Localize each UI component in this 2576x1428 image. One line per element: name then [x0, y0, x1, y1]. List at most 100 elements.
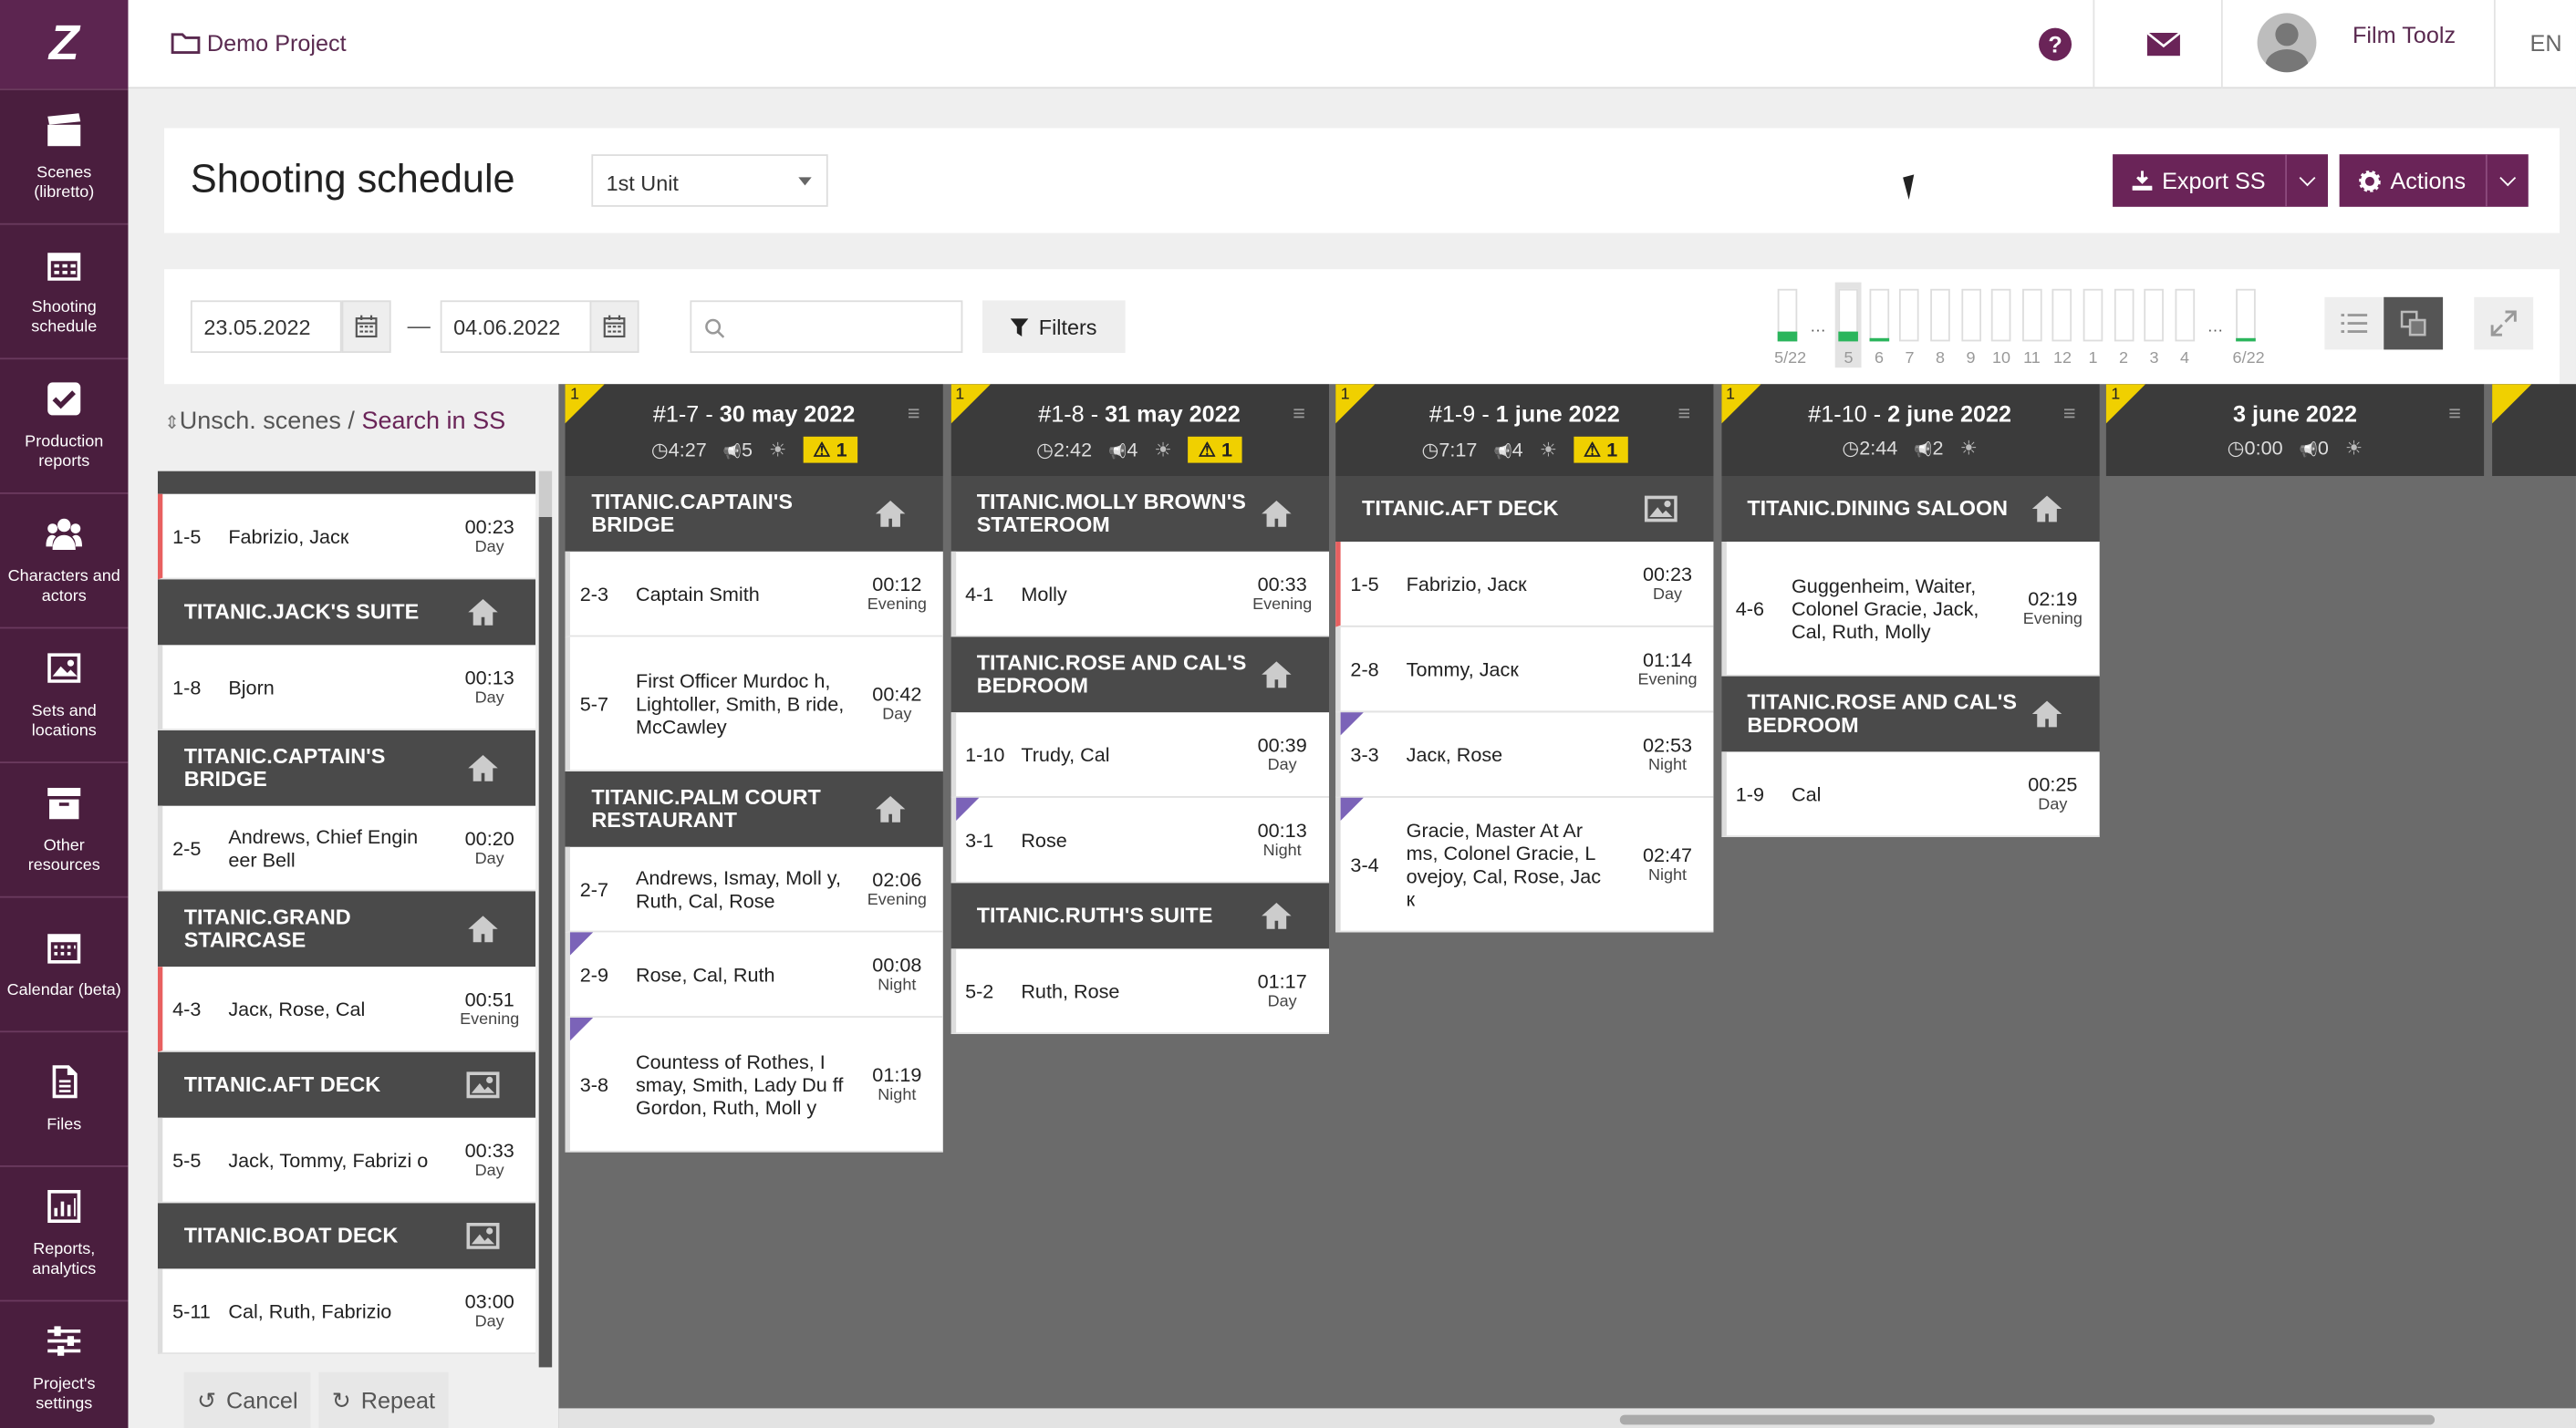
day-indicator[interactable]: 10 [1989, 283, 2015, 367]
day-indicator[interactable]: 8 [1927, 283, 1954, 367]
expand-button[interactable] [2474, 296, 2534, 350]
date-from-input[interactable]: 23.05.2022 [190, 300, 342, 353]
settings-icon[interactable]: ≡ [2448, 400, 2461, 425]
scene-card[interactable]: 4-6 Guggenheim, Waiter, Colonel Gracie, J… [1720, 542, 2099, 677]
set-header[interactable]: TITANIC.AFT DECK [1335, 476, 1714, 542]
date-to-input[interactable]: 04.06.2022 [440, 300, 592, 353]
day-indicator[interactable]: 9 [1958, 283, 1984, 367]
unit-select[interactable]: 1st Unit [591, 154, 828, 207]
sidebar-item-8[interactable]: Reports, analytics [0, 1165, 129, 1300]
settings-icon[interactable]: ≡ [1678, 400, 1691, 425]
day-indicator[interactable]: 11 [2019, 283, 2045, 367]
scrollbar-thumb[interactable] [538, 517, 553, 1368]
sidebar-item-9[interactable]: Project's settings [0, 1299, 129, 1428]
sidebar-item-5[interactable]: Other resources [0, 761, 129, 896]
sidebar-item-3[interactable]: Characters and actors [0, 492, 129, 627]
horizontal-scrollbar[interactable] [558, 1408, 2576, 1428]
set-header[interactable]: TITANIC.ROSE AND CAL'S BEDROOM [1720, 676, 2099, 752]
scene-card[interactable]: 3-4 Gracie, Master At Ar ms, Colonel Grac… [1335, 797, 1714, 933]
app-logo[interactable]: Z [0, 0, 129, 89]
warning-badge[interactable]: ⚠ 1 [1574, 436, 1628, 463]
set-header[interactable]: TITANIC.RUTH'S SUITE [950, 883, 1329, 949]
day-indicator[interactable]: 12 [2050, 283, 2076, 367]
day-header[interactable]: 1 #1-9 - 1 june 2022 ≡ ◷7:17 📢4 ☀ ⚠ 1 [1335, 384, 1714, 476]
set-header[interactable]: TITANIC.BOAT DECK [157, 1203, 536, 1269]
set-header[interactable]: TITANIC.CAPTAIN'S BRIDGE [565, 476, 943, 552]
actions-dropdown-button[interactable] [2485, 154, 2529, 207]
day-indicator[interactable]: 7 [1896, 283, 1923, 367]
set-header[interactable]: TITANIC.JACK'S SUITE [157, 579, 536, 646]
day-header[interactable]: 1 #1-7 - 30 may 2022 ≡ ◷4:27 📢5 ☀ ⚠ 1 [565, 384, 943, 476]
day-indicator[interactable]: 1 [2080, 283, 2106, 367]
set-header[interactable]: TITANIC.GRAND STAIRCASE [157, 891, 536, 968]
day-indicator[interactable]: 3 [2141, 283, 2167, 367]
scene-card[interactable]: 5-7 First Officer Murdoc h, Lightoller, S… [565, 636, 943, 771]
scene-card[interactable]: 3-1 Rose 00:13 Night [950, 797, 1329, 884]
sidebar-item-2[interactable]: Production reports [0, 357, 129, 492]
board-view-button[interactable] [2384, 296, 2444, 350]
scene-card[interactable]: 1-5 Fabrizio, Jacк 00:23 Day [1335, 542, 1714, 627]
export-dropdown-button[interactable] [2285, 154, 2328, 207]
warning-badge[interactable]: ⚠ 1 [1188, 436, 1242, 463]
cancel-button[interactable]: ↺ Cancel [183, 1371, 311, 1428]
actions-button[interactable]: Actions [2340, 154, 2486, 207]
project-link[interactable]: Demo Project [171, 29, 347, 56]
repeat-button[interactable]: ↻ Repeat [318, 1371, 449, 1428]
scene-card[interactable]: 5-11 Cal, Ruth, Fabrizio 03:00 Day [157, 1268, 536, 1354]
day-indicator[interactable]: 5 [1835, 282, 1862, 368]
day-header[interactable]: 1 #1-10 - 2 june 2022 ≡ ◷2:44 📢2 ☀ [1720, 384, 2099, 476]
unscheduled-title[interactable]: Unsch. scenes [180, 407, 341, 435]
scene-card[interactable]: 2-5 Andrews, Chief Engin eer Bell 00:20 Day [157, 805, 536, 892]
search-input[interactable] [690, 300, 963, 353]
set-header[interactable]: TITANIC.CAPTAIN'S BRIDGE [157, 730, 536, 806]
scene-card[interactable]: 1-5 Fabrizio, Jacк 00:23 Day [157, 493, 536, 580]
sidebar-item-6[interactable]: Calendar (beta) [0, 895, 129, 1031]
day-indicator[interactable]: … [1805, 283, 1832, 342]
settings-icon[interactable]: ≡ [2063, 400, 2076, 425]
scene-card[interactable]: 1-9 Cal 00:25 Day [1720, 751, 2099, 837]
list-view-button[interactable] [2324, 296, 2384, 350]
scene-card[interactable]: 2-3 Captain Smith 00:12 Evening [565, 551, 943, 637]
calendar-icon[interactable] [341, 300, 391, 353]
day-indicator[interactable]: 5/22 [1774, 283, 1806, 367]
scene-card[interactable]: 3-3 Jacк, Rose 02:53 Night [1335, 712, 1714, 798]
day-indicator[interactable]: 2 [2111, 283, 2137, 367]
set-header[interactable]: TITANIC.ROSE AND CAL'S BEDROOM [950, 636, 1329, 713]
scene-card[interactable]: 5-5 Jack, Tommy, Fabrizi o 00:33 Day [157, 1117, 536, 1204]
scene-card[interactable]: 4-1 Molly 00:33 Evening [950, 551, 1329, 637]
scene-card[interactable]: 2-9 Rose, Cal, Ruth 00:08 Night [565, 932, 943, 1018]
scene-card[interactable]: 1-8 Bjorn 00:13 Day [157, 645, 536, 730]
scene-card[interactable]: 5-2 Ruth, Rose 01:17 Day [950, 948, 1329, 1034]
day-indicator[interactable]: 6 [1866, 283, 1893, 367]
export-button[interactable]: Export SS [2113, 154, 2285, 207]
sidebar-item-4[interactable]: Sets and locations [0, 626, 129, 762]
scrollbar-thumb[interactable] [1619, 1414, 2436, 1425]
user-menu[interactable]: Film Toolz [2257, 13, 2456, 73]
search-in-ss-link[interactable]: Search in SS [361, 407, 505, 435]
mail-icon[interactable] [2145, 26, 2182, 63]
day-indicator[interactable]: … [2202, 283, 2228, 342]
scene-card[interactable]: 2-8 Tommy, Jacк 01:14 Evening [1335, 626, 1714, 713]
scene-card[interactable]: 1-10 Trudy, Cal 00:39 Day [950, 712, 1329, 798]
set-header[interactable]: TITANIC.MOLLY BROWN'S STATEROOM [950, 476, 1329, 552]
day-indicator[interactable]: 6/22 [2233, 283, 2265, 367]
sidebar-item-7[interactable]: Files [0, 1030, 129, 1165]
sort-icon[interactable]: ⇕ [164, 414, 180, 434]
scene-card[interactable]: 4-3 Jacк, Rose, Cal 00:51 Evening [157, 967, 536, 1052]
unscheduled-scenes-list[interactable]: 1-5 Fabrizio, Jacк 00:23 Day TITANIC.JACK'S … [157, 471, 536, 1368]
calendar-icon[interactable] [589, 300, 639, 353]
scene-card[interactable]: 2-7 Andrews, Ismay, Moll y, Ruth, Cal, Ro… [565, 846, 943, 933]
filters-button[interactable]: Filters [982, 300, 1126, 353]
set-header[interactable]: TITANIC.AFT DECK [157, 1051, 536, 1118]
set-header[interactable]: TITANIC.PALM COURT RESTAURANT [565, 771, 943, 847]
help-icon[interactable]: ? [2037, 26, 2073, 63]
day-header[interactable]: 1 #1-8 - 31 may 2022 ≡ ◷2:42 📢4 ☀ ⚠ 1 [950, 384, 1329, 476]
sidebar-item-1[interactable]: Shooting schedule [0, 222, 129, 358]
settings-icon[interactable]: ≡ [908, 400, 920, 425]
settings-icon[interactable]: ≡ [1293, 400, 1305, 425]
scrollbar[interactable] [538, 471, 553, 1368]
day-header[interactable]: 13 june 2022 ≡ ◷0:00 📢0 ☀ [2105, 384, 2485, 476]
day-indicator[interactable]: 4 [2172, 283, 2198, 367]
scene-card[interactable]: 3-8 Countess of Rothes, I smay, Smith, La… [565, 1018, 943, 1153]
warning-badge[interactable]: ⚠ 1 [803, 436, 857, 463]
